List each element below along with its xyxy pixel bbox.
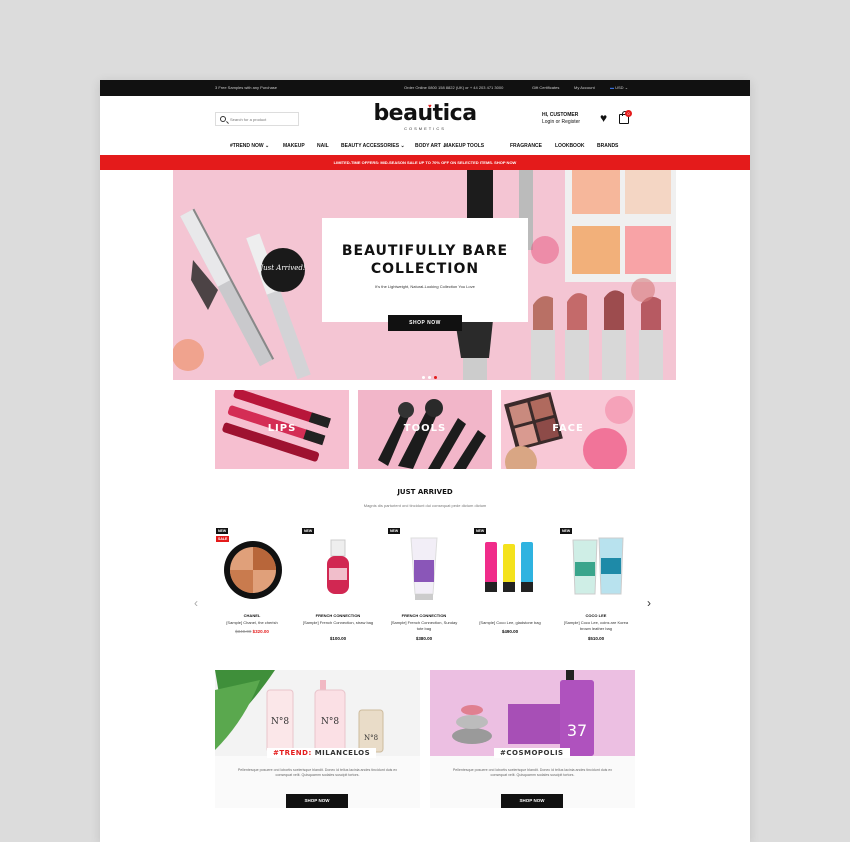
nav-body-art[interactable]: BODY ART ⌄	[415, 143, 446, 149]
nav-makeup-tools[interactable]: MAKEUP TOOLS	[444, 143, 484, 149]
category-lips[interactable]: LIPS	[215, 390, 349, 469]
cart-count-badge: 0	[625, 110, 632, 117]
trend-description: Pellentesque posuere orci lobortis scele…	[237, 768, 398, 777]
svg-text:N°8: N°8	[321, 717, 339, 727]
hero-slider[interactable]: Just Arrived! BEAUTIFULLY BARE COLLECTIO…	[173, 170, 676, 380]
account-block[interactable]: HI, CUSTOMER Login or Register	[542, 112, 580, 126]
store-page: 3 Free Samples with any Purchase Order O…	[100, 80, 750, 842]
product-card[interactable]: NEW FRENCH CONNECTION [Sample] French Co…	[387, 528, 461, 648]
just-arrived-title: JUST ARRIVED	[397, 488, 453, 496]
product-name[interactable]: [Sample] Coco Lee, coins are Korea brown…	[559, 620, 633, 632]
trend-shop-now-button[interactable]: SHOP NOW	[501, 794, 563, 808]
order-phone-text: Order Online 0800 158 8822 (UK) or + 44 …	[404, 85, 504, 90]
logo-subtitle: COSMETICS	[404, 126, 446, 131]
category-lips-label: LIPS	[267, 423, 297, 434]
svg-text:37: 37	[567, 721, 587, 740]
product-brand: COCO LEE	[585, 613, 607, 618]
svg-text:N°8: N°8	[364, 734, 378, 742]
promo-banner[interactable]: LIMITED-TIME OFFERS: MID-SEASON SALE UP …	[100, 155, 750, 170]
product-card[interactable]: NEW SALE CHANEL [Sample] Chanel, the che…	[215, 528, 289, 648]
hero-shop-now-button[interactable]: SHOP NOW	[388, 315, 462, 331]
nav-makeup[interactable]: MAKEUP	[283, 143, 305, 149]
svg-text:N°8: N°8	[271, 717, 289, 727]
product-name[interactable]: [Sample] Coco Lee, gladstone bag	[473, 620, 547, 626]
product-price: $380.00	[415, 636, 433, 641]
nav-nail[interactable]: NAIL	[317, 143, 329, 149]
new-badge: NEW	[216, 528, 229, 534]
my-account-link[interactable]: My Account	[574, 85, 595, 90]
nav-fragrance[interactable]: FRAGRANCE	[510, 143, 542, 149]
product-price: $510.00	[587, 636, 605, 641]
just-arrived-subtitle: Magnis dis parturient orci tincidunt dui…	[363, 503, 487, 508]
product-price: $340.00 $320.00	[215, 629, 289, 634]
old-price: $340.00	[235, 629, 252, 634]
new-badge: NEW	[302, 528, 315, 534]
carousel-next-icon[interactable]: ›	[647, 596, 651, 610]
product-price: $100.00	[329, 636, 347, 641]
product-card[interactable]: NEW FRENCH CONNECTION [Sample] French Co…	[301, 528, 375, 648]
sale-price: $320.00	[252, 629, 269, 634]
gift-certificates-link[interactable]: Gift Certificates	[532, 85, 559, 90]
us-flag-icon: ▬	[610, 85, 614, 90]
hero-title: BEAUTIFULLY BARE COLLECTION	[341, 243, 509, 277]
nav-lookbook[interactable]: LOOKBOOK	[555, 143, 584, 149]
product-card[interactable]: NEW [Sample] Coco Lee, gladstone bag $49…	[473, 528, 547, 648]
product-brand: FRENCH CONNECTION	[401, 613, 447, 618]
hero-caption: BEAUTIFULLY BARE COLLECTION It's the Ligh…	[322, 218, 528, 322]
logo[interactable]: beautica COSMETICS ♥	[370, 101, 480, 132]
trend-image: 37	[430, 670, 635, 756]
product-price: $490.00	[501, 629, 519, 634]
new-badge: NEW	[560, 528, 573, 534]
product-image	[410, 537, 438, 600]
category-tools[interactable]: TOOLS	[358, 390, 492, 469]
search-input[interactable]	[230, 115, 296, 124]
wishlist-heart-icon[interactable]: ♥	[600, 112, 607, 124]
currency-selector[interactable]: ▬ USD ⌄	[610, 85, 628, 90]
just-arrived-text: Just Arrived!	[258, 264, 306, 272]
logo-name: beautica	[373, 101, 477, 126]
main-nav: #TREND NOW ⌄ MAKEUP NAIL BEAUTY ACCESSOR…	[100, 142, 750, 152]
new-badge: NEW	[474, 528, 487, 534]
search-box[interactable]	[215, 112, 299, 126]
nav-brands[interactable]: BRANDS	[597, 143, 618, 149]
product-image	[485, 542, 533, 592]
trend-product-illustration: 37	[452, 670, 594, 756]
search-icon[interactable]	[220, 116, 226, 122]
greeting-text: HI, CUSTOMER	[542, 112, 579, 118]
sale-badge: SALE	[216, 536, 230, 542]
trend-product-illustration: N°8 N°8 N°8	[215, 670, 384, 753]
product-name[interactable]: [Sample] French Connection, straw bag	[301, 620, 375, 626]
product-name[interactable]: [Sample] French Connection, Sunday tote …	[387, 620, 461, 632]
trend-description: Pellentesque posuere orci lobortis scele…	[452, 768, 613, 777]
free-samples-text: 3 Free Samples with any Purchase	[215, 85, 278, 90]
product-image	[327, 539, 349, 594]
product-brand: CHANEL	[243, 613, 261, 618]
trend-shop-now-button[interactable]: SHOP NOW	[286, 794, 348, 808]
slider-dots[interactable]	[420, 366, 438, 380]
category-face[interactable]: FACE	[501, 390, 635, 469]
trend-label: #COSMOPOLIS	[494, 748, 570, 758]
product-card[interactable]: NEW COCO LEE [Sample] Coco Lee, coins ar…	[559, 528, 633, 648]
trend-banner-milancelos[interactable]: N°8 N°8 N°8 #TREND: MILANCELOS Pellentes…	[215, 670, 420, 808]
new-badge: NEW	[388, 528, 401, 534]
product-name[interactable]: [Sample] Chanel, the cherish	[215, 620, 289, 626]
nav-beauty-accessories[interactable]: BEAUTY ACCESSORIES ⌄	[341, 143, 405, 149]
category-tools-label: TOOLS	[403, 423, 447, 434]
product-brand: FRENCH CONNECTION	[315, 613, 361, 618]
hero-subtitle: It's the Lightweight, Natural-Looking Co…	[375, 284, 475, 289]
login-register-link[interactable]: Login or Register	[542, 119, 580, 126]
trend-banner-cosmopolis[interactable]: 37 #COSMOPOLIS Pellentesque posuere orci…	[430, 670, 635, 808]
nav-trend-now[interactable]: #TREND NOW ⌄	[230, 143, 269, 149]
product-image	[572, 537, 624, 595]
trend-image: N°8 N°8 N°8	[215, 670, 420, 756]
top-bar: 3 Free Samples with any Purchase Order O…	[100, 80, 750, 96]
category-face-label: FACE	[552, 423, 584, 434]
logo-heart-icon: ♥	[428, 104, 432, 110]
trend-label: #TREND: MILANCELOS	[267, 748, 377, 758]
carousel-prev-icon[interactable]: ‹	[194, 596, 198, 610]
